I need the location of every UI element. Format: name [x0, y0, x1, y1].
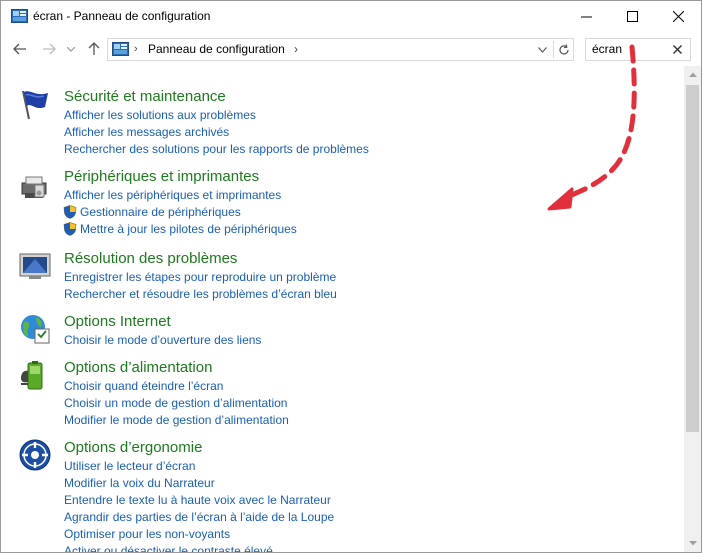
ease-of-access-icon — [19, 439, 51, 471]
vertical-scrollbar[interactable] — [684, 66, 701, 552]
link-check-solutions[interactable]: Rechercher des solutions pour les rappor… — [64, 142, 369, 156]
battery-icon — [21, 361, 43, 390]
link-choose-power-plan[interactable]: Choisir un mode de gestion d’alimentatio… — [64, 396, 287, 410]
scroll-down-button[interactable] — [684, 535, 701, 552]
address-bar[interactable]: › Panneau de configuration › — [107, 38, 574, 61]
control-panel-window: écran - Panneau de configuration › Panne… — [0, 0, 702, 553]
back-arrow-icon — [13, 43, 26, 55]
window-title: écran - Panneau de configuration — [33, 9, 211, 23]
group-title[interactable]: Options Internet — [64, 313, 171, 330]
link-blue-screen[interactable]: Rechercher et résoudre les problèmes d’é… — [64, 287, 337, 301]
group-title[interactable]: Options d’alimentation — [64, 359, 212, 376]
link-optimize-blind[interactable]: Optimiser pour les non-voyants — [64, 527, 230, 541]
breadcrumb-control-panel[interactable]: Panneau de configuration — [148, 42, 285, 56]
globe-icon — [21, 315, 50, 344]
maximize-icon — [626, 11, 638, 22]
chevron-down-icon — [67, 46, 75, 52]
search-results: Sécurité et maintenance Afficher les sol… — [1, 66, 684, 552]
close-icon — [672, 44, 682, 54]
link-update-drivers[interactable]: Mettre à jour les pilotes de périphériqu… — [80, 222, 297, 236]
forward-button[interactable] — [39, 40, 59, 58]
scroll-thumb[interactable] — [686, 85, 699, 432]
group-title[interactable]: Périphériques et imprimantes — [64, 168, 259, 185]
control-panel-icon — [11, 9, 28, 23]
maximize-button[interactable] — [609, 1, 655, 32]
control-panel-icon — [112, 42, 129, 56]
group-title[interactable]: Résolution des problèmes — [64, 250, 237, 267]
search-input[interactable]: écran — [592, 42, 622, 56]
address-dropdown-button[interactable] — [535, 43, 549, 57]
link-record-steps[interactable]: Enregistrer les étapes pour reproduire u… — [64, 270, 336, 284]
group-title[interactable]: Options d’ergonomie — [64, 439, 202, 456]
link-device-manager[interactable]: Gestionnaire de périphériques — [80, 205, 241, 219]
link-narrator-read-aloud[interactable]: Entendre le texte lu à haute voix avec l… — [64, 493, 331, 507]
close-icon — [672, 11, 684, 22]
close-button[interactable] — [655, 1, 701, 32]
breadcrumb-separator[interactable]: › — [134, 43, 138, 55]
uac-shield-icon — [63, 205, 77, 219]
printer-icon — [21, 176, 47, 198]
link-view-devices[interactable]: Afficher les périphériques et imprimante… — [64, 188, 281, 202]
minimize-button[interactable] — [563, 1, 609, 32]
clear-search-button[interactable] — [670, 42, 684, 56]
link-narrator-voice[interactable]: Modifier la voix du Narrateur — [64, 476, 215, 490]
link-screen-reader[interactable]: Utiliser le lecteur d’écran — [64, 459, 195, 473]
link-high-contrast[interactable]: Activer ou désactiver le contraste élevé — [64, 544, 273, 552]
link-turn-off-display[interactable]: Choisir quand éteindre l’écran — [64, 379, 223, 393]
chevron-up-icon — [688, 72, 697, 77]
troubleshoot-monitor-icon — [19, 253, 51, 279]
uac-shield-icon — [63, 222, 77, 236]
flag-icon — [22, 90, 48, 120]
link-view-archived-messages[interactable]: Afficher les messages archivés — [64, 125, 229, 139]
link-magnifier[interactable]: Agrandir des parties de l’écran à l’aide… — [64, 510, 334, 524]
group-title[interactable]: Sécurité et maintenance — [64, 88, 226, 105]
navigation-bar: › Panneau de configuration › écran — [1, 32, 701, 66]
refresh-icon — [559, 43, 569, 54]
title-bar: écran - Panneau de configuration — [1, 1, 701, 32]
search-box[interactable]: écran — [585, 38, 691, 61]
scroll-up-button[interactable] — [684, 66, 701, 83]
chevron-down-icon — [537, 47, 547, 53]
refresh-button[interactable] — [556, 41, 572, 58]
breadcrumb-separator[interactable]: › — [294, 42, 298, 56]
up-button[interactable] — [84, 40, 104, 58]
forward-arrow-icon — [43, 43, 56, 55]
link-view-solutions[interactable]: Afficher les solutions aux problèmes — [64, 108, 256, 122]
link-edit-power-plan[interactable]: Modifier le mode de gestion d’alimentati… — [64, 413, 289, 427]
chevron-down-icon — [688, 541, 697, 546]
link-open-links-mode[interactable]: Choisir le mode d’ouverture des liens — [64, 333, 261, 347]
divider — [553, 41, 554, 58]
back-button[interactable] — [10, 40, 30, 58]
recent-locations-button[interactable] — [64, 40, 78, 58]
up-arrow-icon — [88, 42, 100, 55]
minimize-icon — [580, 16, 592, 18]
